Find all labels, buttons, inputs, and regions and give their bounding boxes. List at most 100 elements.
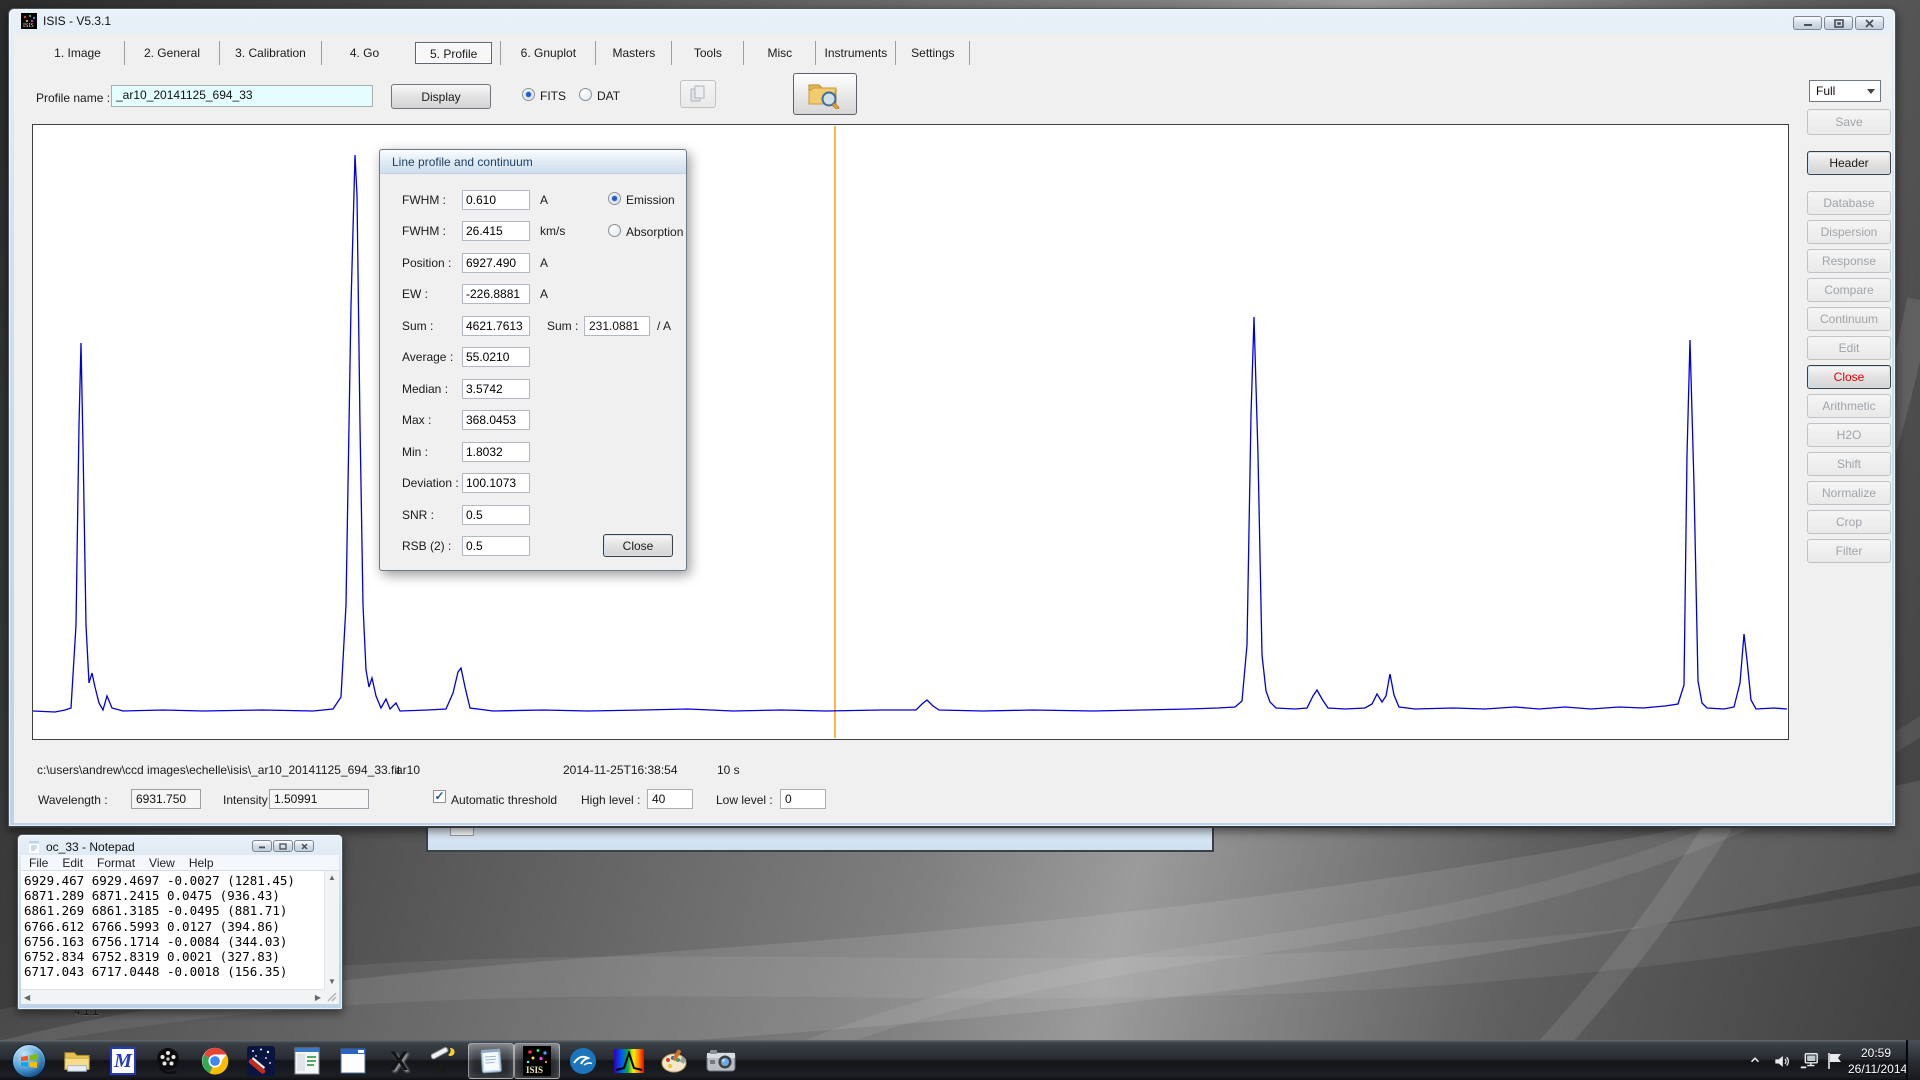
- tab-general[interactable]: 2. General: [125, 41, 220, 65]
- scroll-up-icon[interactable]: ▲: [328, 874, 336, 882]
- spectrum-plot[interactable]: [32, 124, 1789, 740]
- scroll-down-icon[interactable]: ▼: [328, 978, 336, 986]
- average-value[interactable]: 55.0210: [462, 347, 530, 367]
- display-button[interactable]: Display: [391, 84, 491, 109]
- absorption-label[interactable]: Absorption: [626, 225, 683, 239]
- arithmetic-button[interactable]: Arithmetic: [1807, 394, 1891, 418]
- median-value[interactable]: 3.5742: [462, 379, 530, 399]
- notepad-hscrollbar[interactable]: ◀ ▶: [21, 989, 324, 1004]
- header-button[interactable]: Header: [1807, 151, 1891, 175]
- taskbar-skychart-button[interactable]: [238, 1043, 284, 1079]
- tab-masters[interactable]: Masters: [596, 41, 672, 65]
- menu-format[interactable]: Format: [97, 856, 135, 870]
- snr-value[interactable]: 0.5: [462, 505, 530, 525]
- notepad-vscrollbar[interactable]: ▲ ▼: [324, 871, 339, 989]
- edit-button[interactable]: Edit: [1807, 336, 1891, 360]
- absorption-radio[interactable]: [608, 224, 621, 237]
- fits-radio-label[interactable]: FITS: [540, 89, 566, 103]
- dialog-close-button[interactable]: Close: [603, 534, 673, 557]
- crop-button[interactable]: Crop: [1807, 510, 1891, 534]
- max-value[interactable]: 368.0453: [462, 410, 530, 430]
- tab-misc[interactable]: Misc: [744, 41, 816, 65]
- position-value[interactable]: 6927.490: [462, 253, 530, 273]
- emission-radio[interactable]: [608, 192, 621, 205]
- browse-profile-button[interactable]: [793, 73, 857, 115]
- rsb-value[interactable]: 0.5: [462, 536, 530, 556]
- response-button[interactable]: Response: [1807, 249, 1891, 273]
- taskbar-docwindow-button[interactable]: [284, 1043, 330, 1079]
- tab-image[interactable]: 1. Image: [31, 41, 125, 65]
- high-level-input[interactable]: 40: [647, 789, 693, 809]
- notepad-text-area[interactable]: 6929.467 6929.4697 -0.0027 (1281.45) 687…: [21, 871, 324, 989]
- tray-volume[interactable]: [1772, 1051, 1792, 1071]
- fwhm-a-value[interactable]: 0.610: [462, 190, 530, 210]
- ew-value[interactable]: -226.8881: [462, 284, 530, 304]
- close-profile-button[interactable]: Close: [1807, 365, 1891, 389]
- taskbar-camera-button[interactable]: [698, 1043, 744, 1079]
- menu-edit[interactable]: Edit: [62, 856, 83, 870]
- taskbar-openoffice-button[interactable]: [560, 1043, 606, 1079]
- taskbar-reel-button[interactable]: [146, 1043, 192, 1079]
- continuum-button[interactable]: Continuum: [1807, 307, 1891, 331]
- tray-expand-chevron[interactable]: [1748, 1053, 1762, 1067]
- taskbar-isis-button[interactable]: ISIS: [514, 1043, 560, 1079]
- shift-button[interactable]: Shift: [1807, 452, 1891, 476]
- taskbar-chrome-button[interactable]: [192, 1043, 238, 1079]
- taskbar-bluewindow-button[interactable]: [330, 1043, 376, 1079]
- dispersion-button[interactable]: Dispersion: [1807, 220, 1891, 244]
- tab-go[interactable]: 4. Go: [322, 41, 407, 65]
- taskbar-notepad-button[interactable]: [468, 1043, 514, 1079]
- menu-view[interactable]: View: [149, 856, 175, 870]
- notepad-restore-button[interactable]: [273, 840, 293, 852]
- filter-button[interactable]: Filter: [1807, 539, 1891, 563]
- scroll-right-icon[interactable]: ▶: [315, 994, 321, 1002]
- dialog-title[interactable]: Line profile and continuum: [380, 150, 686, 174]
- show-desktop-button[interactable]: [1906, 1040, 1920, 1080]
- tab-settings[interactable]: Settings: [896, 41, 970, 65]
- fwhm-kms-value[interactable]: 26.415: [462, 221, 530, 241]
- isis-titlebar[interactable]: ISIS ISIS - V5.3.1: [9, 9, 1895, 33]
- dat-radio-label[interactable]: DAT: [597, 89, 620, 103]
- tray-action-center[interactable]: [1826, 1051, 1844, 1071]
- taskbar-paint-button[interactable]: [652, 1043, 698, 1079]
- taskbar-explorer-button[interactable]: [54, 1043, 100, 1079]
- dat-radio[interactable]: [579, 88, 592, 101]
- auto-threshold-label[interactable]: Automatic threshold: [451, 793, 557, 807]
- emission-label[interactable]: Emission: [626, 193, 675, 207]
- database-button[interactable]: Database: [1807, 191, 1891, 215]
- sum-per-a-value[interactable]: 231.0881: [584, 316, 650, 336]
- tray-network[interactable]: [1798, 1051, 1820, 1071]
- tab-gnuplot[interactable]: 6. Gnuplot: [500, 41, 596, 65]
- menu-help[interactable]: Help: [189, 856, 214, 870]
- taskbar-vspec-button[interactable]: [606, 1043, 652, 1079]
- copy-profile-button[interactable]: [680, 80, 716, 108]
- notepad-resize-grip[interactable]: [324, 989, 339, 1004]
- fits-radio[interactable]: [522, 88, 535, 101]
- tab-tools[interactable]: Tools: [672, 41, 744, 65]
- compare-button[interactable]: Compare: [1807, 278, 1891, 302]
- auto-threshold-checkbox[interactable]: ✓: [433, 790, 446, 803]
- view-select[interactable]: Full: [1809, 80, 1881, 102]
- start-button[interactable]: [6, 1043, 52, 1079]
- menu-file[interactable]: File: [29, 856, 48, 870]
- notepad-title[interactable]: oc_33 - Notepad: [46, 840, 135, 854]
- scroll-left-icon[interactable]: ◀: [24, 994, 30, 1002]
- tab-profile-selected[interactable]: 5. Profile: [415, 42, 492, 64]
- minimize-button[interactable]: [1793, 16, 1822, 30]
- profile-name-input[interactable]: _ar10_20141125_694_33: [111, 85, 373, 107]
- low-level-input[interactable]: 0: [780, 789, 826, 809]
- min-value[interactable]: 1.8032: [462, 442, 530, 462]
- restore-button[interactable]: [1824, 16, 1853, 30]
- tray-clock[interactable]: 20:59 26/11/2014: [1848, 1045, 1904, 1077]
- normalize-button[interactable]: Normalize: [1807, 481, 1891, 505]
- save-button[interactable]: Save: [1807, 109, 1891, 135]
- notepad-minimize-button[interactable]: [252, 840, 272, 852]
- sum-value[interactable]: 4621.7613: [462, 316, 530, 336]
- close-window-button[interactable]: [1855, 16, 1884, 30]
- taskbar-x-button[interactable]: X: [376, 1043, 422, 1079]
- tab-calibration[interactable]: 3. Calibration: [220, 41, 322, 65]
- h2o-button[interactable]: H2O: [1807, 423, 1891, 447]
- taskbar-maxim-button[interactable]: M: [100, 1043, 146, 1079]
- tab-instruments[interactable]: Instruments: [816, 41, 896, 65]
- deviation-value[interactable]: 100.1073: [462, 473, 530, 493]
